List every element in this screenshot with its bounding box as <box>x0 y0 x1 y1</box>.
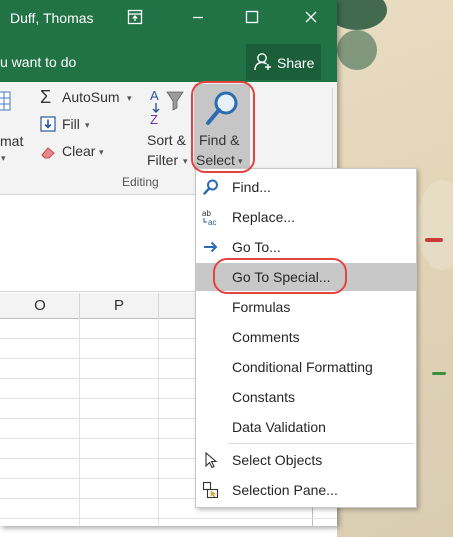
menu-item-label: Replace... <box>232 209 296 225</box>
menu-item-select-objects[interactable]: Select Objects <box>196 446 416 474</box>
fill-down-icon <box>40 116 56 132</box>
menu-item-goto[interactable]: Go To... <box>196 233 416 261</box>
ribbon-group-label: Editing <box>122 175 159 189</box>
annotation-ring-go-to-special <box>213 258 347 294</box>
selection-pane-icon <box>202 481 220 499</box>
sort-filter-label-line1[interactable]: Sort & <box>147 132 186 148</box>
grid-column-line <box>158 318 159 526</box>
menu-item-label: Select Objects <box>232 452 323 468</box>
format-dropdown-arrow[interactable]: ▾ <box>1 153 6 164</box>
grid-row-line <box>0 518 337 519</box>
menu-item-label: Data Validation <box>232 419 326 435</box>
cursor-icon <box>202 451 220 469</box>
menu-item-constants[interactable]: Constants <box>196 383 416 411</box>
menu-item-label: Conditional Formatting <box>232 359 373 375</box>
tell-me-input[interactable]: u want to do <box>0 54 76 70</box>
column-header-p[interactable]: P <box>80 293 159 319</box>
svg-text:ac: ac <box>208 218 216 226</box>
menu-item-label: Selection Pane... <box>232 482 338 498</box>
title-bar: Duff, Thomas <box>0 0 337 38</box>
clear-dropdown-arrow[interactable]: ▾ <box>99 147 104 158</box>
column-header-o[interactable]: O <box>1 293 80 319</box>
account-name[interactable]: Duff, Thomas <box>10 10 94 26</box>
maximize-icon[interactable] <box>242 9 262 29</box>
format-button-label[interactable]: mat <box>0 133 23 149</box>
menu-item-replace[interactable]: ab ac Replace... <box>196 203 416 231</box>
menu-item-comments[interactable]: Comments <box>196 323 416 351</box>
background-blot <box>417 180 453 270</box>
menu-item-label: Formulas <box>232 299 291 315</box>
autosum-button[interactable]: AutoSum <box>62 89 120 105</box>
clear-button[interactable]: Clear <box>62 143 95 159</box>
format-table-icon <box>0 90 12 112</box>
sort-filter-dropdown-arrow[interactable]: ▾ <box>183 156 188 167</box>
screenshot-canvas: Duff, Thomas u want to do Share mat ▾ Σ … <box>0 0 453 537</box>
share-label: Share <box>277 55 315 71</box>
menu-item-data-validation[interactable]: Data Validation <box>196 413 416 441</box>
background-blot <box>432 372 446 375</box>
menu-item-label: Go To... <box>232 239 281 255</box>
menu-item-formulas[interactable]: Formulas <box>196 293 416 321</box>
svg-text:A: A <box>150 88 159 103</box>
background-blot <box>337 30 377 70</box>
autosum-dropdown-arrow[interactable]: ▾ <box>127 93 132 104</box>
menu-item-label: Comments <box>232 329 300 345</box>
menu-separator <box>228 443 414 444</box>
replace-icon: ab ac <box>202 208 220 227</box>
minimize-icon[interactable] <box>188 9 208 29</box>
fill-dropdown-arrow[interactable]: ▾ <box>85 120 90 131</box>
menu-item-find[interactable]: Find... <box>196 173 416 201</box>
grid-column-line <box>79 318 80 526</box>
menu-item-conditional-formatting[interactable]: Conditional Formatting <box>196 353 416 381</box>
sort-filter-label-line2[interactable]: Filter <box>147 152 178 168</box>
annotation-ring-find-select <box>191 81 255 173</box>
share-button[interactable]: Share <box>246 44 321 80</box>
menu-item-label: Find... <box>232 179 271 195</box>
find-select-menu: Find... ab ac Replace... Go To... Go To S… <box>195 168 417 508</box>
eraser-icon <box>40 144 56 160</box>
sort-filter-icon: A Z <box>148 88 188 128</box>
arrow-right-icon <box>202 238 220 256</box>
person-add-icon <box>254 52 272 72</box>
menu-item-label: Constants <box>232 389 296 405</box>
menu-item-selection-pane[interactable]: Selection Pane... <box>196 476 416 504</box>
svg-text:Z: Z <box>150 112 158 127</box>
fill-button[interactable]: Fill <box>62 116 80 132</box>
background-blot <box>425 238 443 242</box>
autosum-icon: Σ <box>40 87 52 107</box>
svg-text:ab: ab <box>202 209 211 218</box>
close-icon[interactable] <box>301 9 321 29</box>
ribbon-display-icon[interactable] <box>125 9 145 29</box>
search-icon <box>202 178 220 196</box>
